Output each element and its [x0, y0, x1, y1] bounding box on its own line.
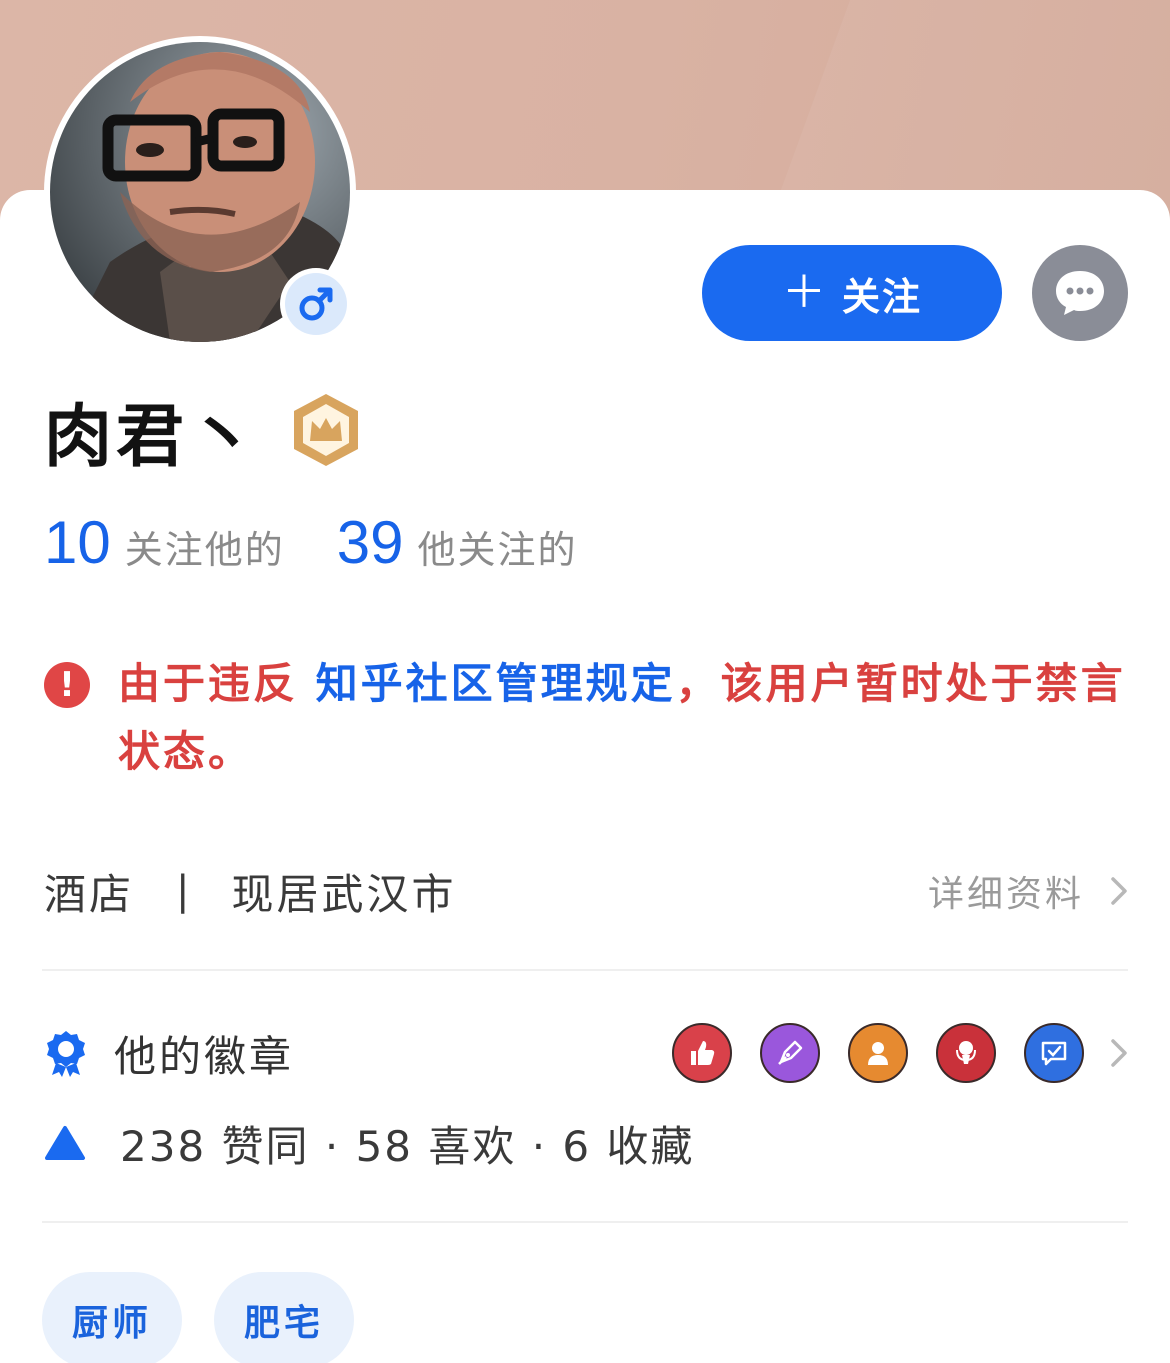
tag-item[interactable]: 厨师 [42, 1272, 183, 1363]
username: 肉君丶 [44, 397, 261, 477]
following-label[interactable]: 他关注的 [418, 519, 578, 574]
ban-notice: ! 由于违反 知乎社区管理规定，该用户暂时处于禁言状态。 [44, 650, 1134, 786]
badges-row[interactable]: 他的徽章 [44, 1022, 1128, 1084]
tag-list: 厨师 肥宅 [42, 1272, 355, 1363]
follow-button-label: 关注 [841, 274, 922, 319]
engagement-text: 238 赞同 · 58 喜欢 · 6 收藏 [120, 1121, 695, 1171]
medal-icon [47, 1031, 85, 1077]
chat-bubble-icon [1056, 271, 1104, 315]
tag-item[interactable]: 肥宅 [214, 1272, 355, 1363]
warning-icon: ! [44, 662, 90, 708]
community-rules-link[interactable]: 知乎社区管理规定 [316, 659, 676, 708]
info-separator: | [176, 868, 190, 914]
basic-info-row: 酒店 | 现居武汉市 详细资料 [44, 860, 1128, 922]
detail-profile-link[interactable]: 详细资料 [928, 865, 1128, 917]
name-row: 肉君丶 [44, 385, 362, 477]
chevron-right-icon [1111, 877, 1127, 905]
male-icon [299, 287, 333, 321]
followers-count[interactable]: 10 [44, 508, 111, 577]
crown-hexagon-icon[interactable] [290, 391, 362, 469]
gender-badge [280, 268, 352, 340]
profile-card: ＋ 关注 肉君丶 10 关注他的 39 他关注的 ! 由于违反 知乎社区管理规定… [0, 36, 1170, 1363]
notice-prefix: 由于违反 [118, 659, 299, 708]
pen-badge-icon[interactable] [760, 1023, 820, 1083]
person-badge-icon[interactable] [848, 1023, 908, 1083]
microphone-badge-icon[interactable] [936, 1023, 996, 1083]
follow-button[interactable]: ＋ 关注 [702, 245, 1002, 341]
follow-stats: 10 关注他的 39 他关注的 [44, 508, 578, 578]
followers-label[interactable]: 关注他的 [125, 519, 285, 574]
following-count[interactable]: 39 [337, 508, 404, 577]
ban-notice-text: 由于违反 知乎社区管理规定，该用户暂时处于禁言状态。 [118, 650, 1134, 786]
badges-title: 他的徽章 [114, 1031, 295, 1081]
badge-list [672, 1023, 1084, 1083]
detail-profile-label: 详细资料 [927, 874, 1084, 915]
thumbs-up-badge-icon[interactable] [672, 1023, 732, 1083]
divider [42, 969, 1128, 971]
message-button[interactable] [1032, 245, 1128, 341]
location: 现居武汉市 [231, 869, 457, 919]
plus-icon: ＋ [781, 267, 828, 318]
triangle-up-icon [45, 1126, 85, 1160]
engagement-row: 238 赞同 · 58 喜欢 · 6 收藏 [44, 1112, 695, 1174]
occupation: 酒店 [44, 869, 135, 919]
chevron-right-icon [1111, 1039, 1127, 1067]
divider [42, 1221, 1128, 1223]
message-check-badge-icon[interactable] [1024, 1023, 1084, 1083]
